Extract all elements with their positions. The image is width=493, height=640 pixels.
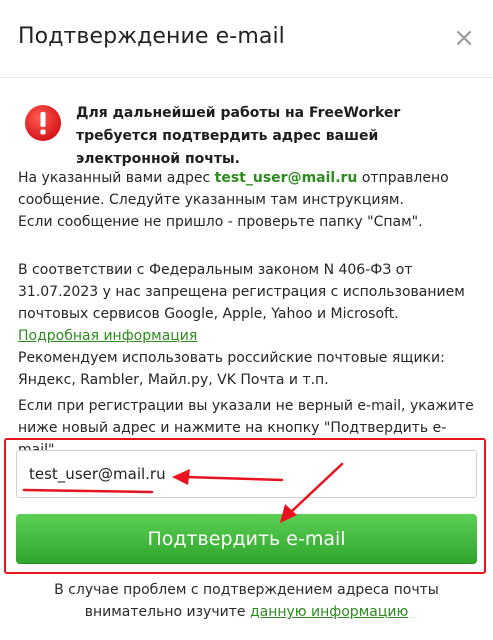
spam-folder-hint: Если сообщение не пришло - проверьте пап… — [18, 214, 423, 230]
sent-info-text: На указанный вами адрес — [18, 170, 215, 186]
email-input[interactable] — [16, 450, 477, 498]
law-info-paragraph: В соответствии с Федеральным законом N 4… — [18, 259, 480, 391]
dialog-title: Подтверждение e-mail — [18, 24, 285, 49]
footer-info-link[interactable]: данную информацию — [250, 604, 408, 620]
law-info-text: В соответствии с Федеральным законом N 4… — [18, 262, 465, 322]
alert-message: Для дальнейшей работы на FreeWorker треб… — [76, 105, 401, 167]
sent-info-paragraph: На указанный вами адрес test_user@mail.r… — [18, 167, 480, 233]
details-link[interactable]: Подробная информация — [18, 328, 197, 344]
recommendation-text: Рекомендуем использовать российские почт… — [18, 350, 445, 388]
close-icon[interactable]: × — [452, 25, 476, 51]
exclamation-circle-icon — [25, 105, 61, 141]
sent-email-address: test_user@mail.ru — [214, 170, 358, 186]
header-divider — [0, 77, 493, 78]
footer-note: В случае проблем с подтверждением адреса… — [10, 579, 483, 623]
confirm-email-button[interactable]: Подтвердить e-mail — [16, 514, 477, 564]
